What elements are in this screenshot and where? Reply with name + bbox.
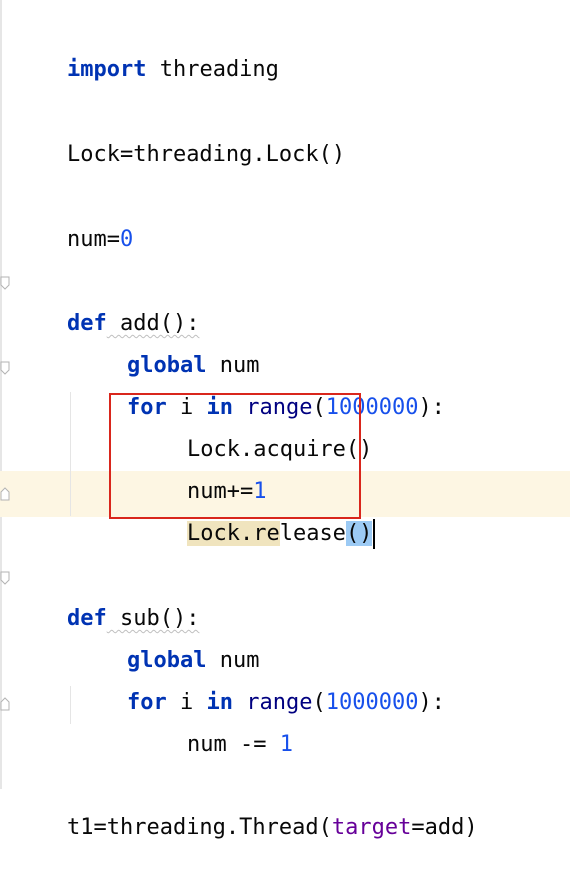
fold-end-marker-icon[interactable] [0, 487, 11, 501]
fold-marker-icon[interactable] [0, 361, 11, 375]
code-line[interactable]: num -= 1 [134, 685, 293, 757]
code-line[interactable]: for i in range(1000000): [74, 643, 445, 715]
code-text: lease [279, 521, 346, 546]
code-text: ): [418, 395, 445, 420]
fold-end-marker-icon[interactable] [0, 697, 11, 711]
code-text: t1=threading.Thread( [66, 815, 332, 840]
code-text: ( [312, 690, 326, 715]
code-text: ): [418, 690, 445, 715]
code-line[interactable]: global num [74, 306, 259, 378]
keyword-argument: target [331, 815, 412, 840]
code-editor[interactable]: import threading Lock=threading.Lock() n… [0, 0, 570, 840]
fold-marker-icon[interactable] [0, 276, 11, 290]
code-line[interactable]: def sub(): [14, 559, 199, 631]
code-text: =add) [411, 815, 478, 840]
annotation-box [109, 393, 361, 519]
code-text: Lock=threading.Lock() [66, 142, 346, 167]
code-line[interactable]: Lock=threading.Lock() [14, 95, 345, 167]
code-text: num= [66, 227, 120, 252]
text-caret [373, 519, 376, 549]
code-line[interactable]: global num [74, 601, 259, 673]
number-literal: 0 [119, 227, 134, 252]
number-literal: 1 [279, 732, 293, 757]
code-text: num -= [186, 732, 280, 757]
fold-marker-icon[interactable] [0, 571, 11, 585]
keyword: import [66, 57, 147, 82]
gutter-edge [0, 0, 2, 789]
code-line[interactable]: import threading [14, 10, 279, 82]
code-line[interactable]: for i in range(1000000): [74, 348, 445, 420]
matched-parens: () [345, 521, 373, 546]
usage-highlight: Lock.re [186, 521, 280, 546]
code-text: threading [146, 57, 279, 82]
indent-guide [70, 686, 71, 724]
code-line[interactable]: t1=threading.Thread(target=add) [14, 768, 478, 840]
code-line[interactable]: def add(): [14, 264, 199, 336]
number-literal: 1000000 [325, 690, 419, 715]
code-line[interactable]: num=0 [14, 180, 133, 252]
indent-guide [70, 392, 71, 516]
